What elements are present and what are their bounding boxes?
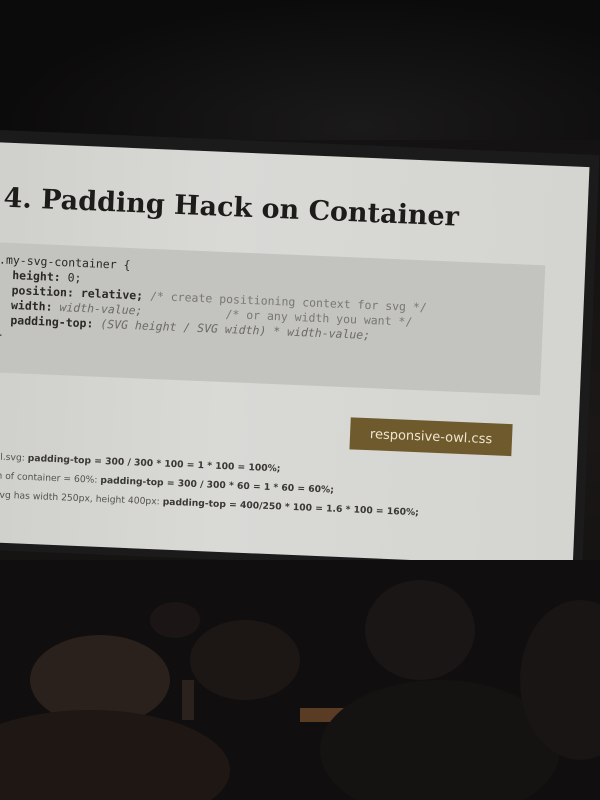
code-prop-width: width: bbox=[10, 298, 53, 314]
bottle bbox=[182, 680, 194, 720]
code-close-brace: } bbox=[0, 327, 4, 342]
note-line-2-formula: padding-top = 300 / 300 * 60 = 1 * 60 = … bbox=[100, 474, 335, 496]
code-prop-height: height: bbox=[12, 268, 62, 285]
note-line-1-formula: padding-top = 300 / 300 * 100 = 1 * 100 … bbox=[27, 452, 281, 475]
note-line-3-formula: padding-top = 400/250 * 100 = 1.6 * 100 … bbox=[162, 496, 420, 519]
note-line-1-prefix: or owl.svg: bbox=[0, 451, 26, 464]
audience-head-center bbox=[190, 620, 300, 700]
code-val-height: 0; bbox=[67, 270, 82, 285]
audience-head-right bbox=[365, 580, 475, 680]
audience-head-small bbox=[150, 602, 200, 638]
file-name-badge: responsive-owl.css bbox=[349, 417, 513, 457]
note-line-3-prefix: owl.svg has width 250px, height 400px: bbox=[0, 488, 160, 508]
presentation-slide: 4. Padding Hack on Container .my-svg-con… bbox=[0, 142, 590, 567]
note-line-2-prefix: width of container = 60%: bbox=[0, 469, 98, 486]
code-prop-padding-top: padding-top: bbox=[10, 313, 94, 331]
code-block: .my-svg-container { height: 0; position:… bbox=[0, 252, 428, 360]
code-prop-position: position: bbox=[11, 283, 75, 300]
audience-silhouettes bbox=[0, 560, 600, 800]
ceiling-dark bbox=[0, 0, 600, 140]
code-val-position: relative; bbox=[80, 285, 144, 303]
slide-title: 4. Padding Hack on Container bbox=[3, 182, 460, 233]
photo-scene: 4. Padding Hack on Container .my-svg-con… bbox=[0, 0, 600, 800]
slide-notes: or owl.svg: padding-top = 300 / 300 * 10… bbox=[0, 447, 421, 523]
